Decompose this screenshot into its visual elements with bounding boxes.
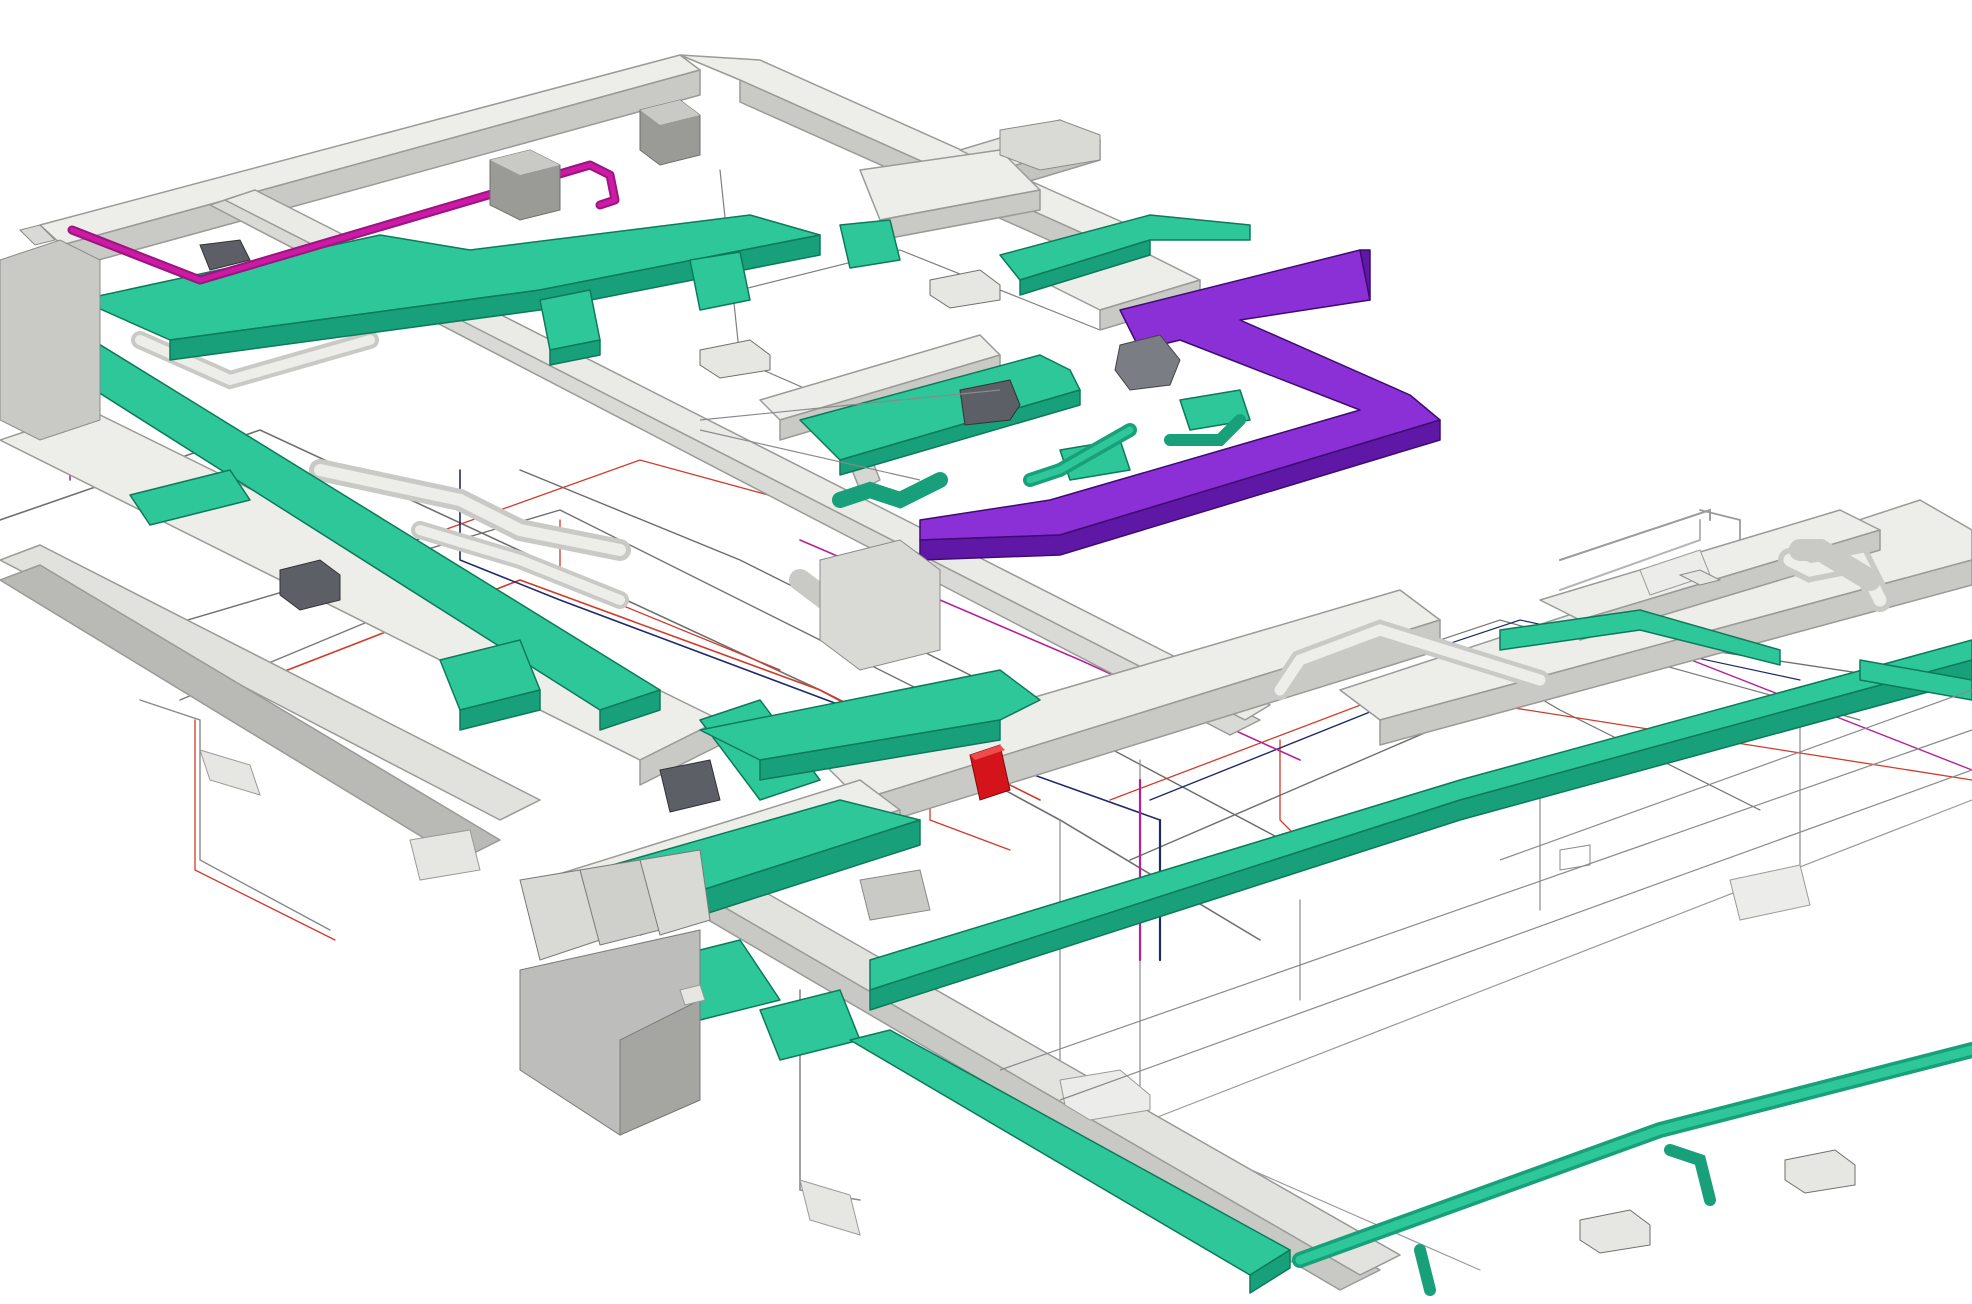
ceiling-diffuser-icon bbox=[929, 269, 1001, 309]
air-handling-unit-icon bbox=[639, 99, 701, 166]
wall-grille-icon bbox=[1729, 864, 1811, 921]
fan-coil-unit-icon bbox=[659, 759, 721, 813]
air-handling-unit-icon bbox=[859, 869, 931, 921]
ceiling-diffuser-icon bbox=[699, 339, 771, 379]
fan-coil-unit-icon bbox=[1114, 334, 1181, 391]
wall-grille-icon bbox=[799, 1179, 861, 1236]
fan-coil-unit-icon bbox=[409, 829, 481, 881]
wall-grille-icon bbox=[1559, 844, 1591, 871]
air-handling-unit-icon bbox=[819, 539, 941, 671]
air-handling-unit-icon bbox=[489, 149, 561, 221]
mep-model-scene bbox=[0, 54, 1972, 1296]
ceiling-diffuser-icon bbox=[1579, 1209, 1651, 1254]
wall-grille-icon bbox=[199, 749, 261, 796]
air-handling-unit-icon bbox=[0, 224, 101, 441]
mep-3d-model-viewport[interactable] bbox=[0, 0, 1972, 1304]
ceiling-diffuser-icon bbox=[1784, 1149, 1856, 1194]
